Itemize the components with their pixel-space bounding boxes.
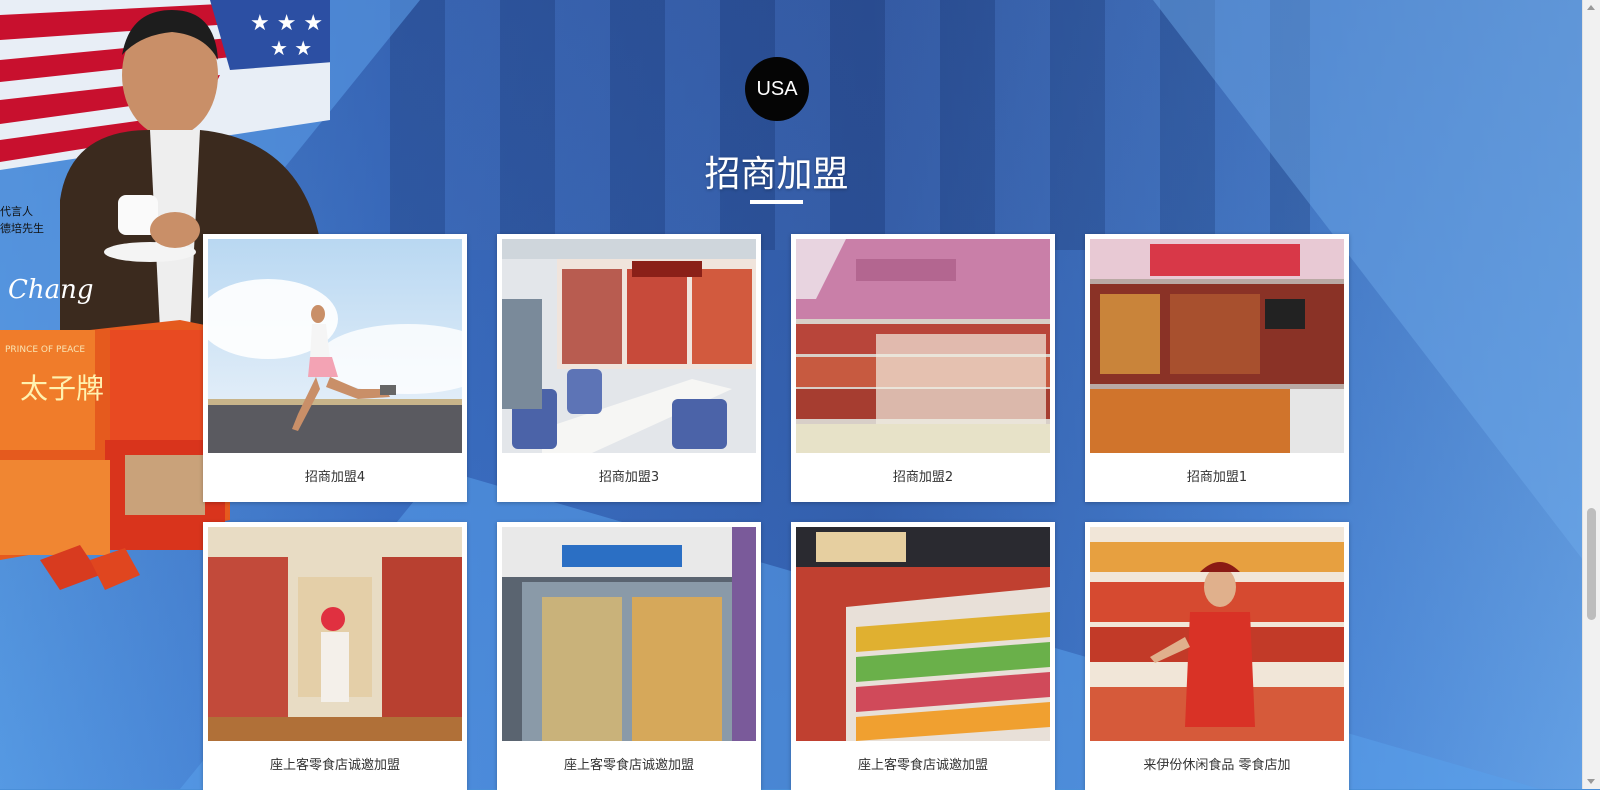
scrollbar-thumb[interactable] — [1587, 508, 1596, 620]
franchise-card[interactable]: 招商加盟4 — [203, 234, 467, 502]
section-title: 招商加盟 — [704, 154, 849, 195]
franchise-card[interactable]: 招商加盟2 — [791, 234, 1055, 502]
card-caption[interactable]: 招商加盟3 — [497, 466, 761, 485]
store-counter-photo[interactable] — [1090, 239, 1344, 453]
card-caption[interactable]: 招商加盟2 — [791, 466, 1055, 485]
card-caption[interactable]: 座上客零食店诚邀加盟 — [203, 754, 467, 773]
franchise-card[interactable]: 招商加盟1 — [1085, 234, 1349, 502]
scroll-up-icon[interactable] — [1587, 5, 1595, 10]
store-shelves-photo[interactable] — [796, 239, 1050, 453]
clerk-photo[interactable] — [1090, 527, 1344, 741]
product-brand-mark: PRINCE OF PEACE — [5, 345, 85, 355]
card-caption[interactable]: 招商加盟1 — [1085, 466, 1349, 485]
ambassador-signature: Chang — [8, 275, 94, 305]
ginseng-product-boxes: PRINCE OF PEACE 太子牌 — [0, 320, 230, 590]
card-caption[interactable]: 来伊份休闲食品 零食店加 — [1085, 754, 1349, 773]
franchise-card[interactable]: 招商加盟3 — [497, 234, 761, 502]
ambassador-name-text: 德培先生 — [0, 221, 44, 235]
storefront-photo[interactable] — [502, 527, 756, 741]
svg-text:★ ★: ★ ★ — [270, 36, 312, 60]
franchise-card[interactable]: 来伊份休闲食品 零食店加 — [1085, 522, 1349, 790]
usa-badge: USA — [745, 57, 809, 121]
title-underline — [750, 200, 803, 204]
card-caption[interactable]: 招商加盟4 — [203, 466, 467, 485]
page-scrollbar[interactable] — [1582, 0, 1600, 789]
scroll-down-icon[interactable] — [1587, 779, 1595, 784]
franchise-card[interactable]: 座上客零食店诚邀加盟 — [497, 522, 761, 790]
runner-photo[interactable] — [208, 239, 462, 453]
card-caption[interactable]: 座上客零食店诚邀加盟 — [497, 754, 761, 773]
card-caption[interactable]: 座上客零食店诚邀加盟 — [791, 754, 1055, 773]
product-package-text: 太子牌 — [20, 372, 104, 405]
svg-text:★ ★ ★: ★ ★ ★ — [250, 11, 323, 36]
snack-shop-photo[interactable] — [208, 527, 462, 741]
snack-bins-photo[interactable] — [796, 527, 1050, 741]
franchise-card[interactable]: 座上客零食店诚邀加盟 — [203, 522, 467, 790]
office-shop-photo[interactable] — [502, 239, 756, 453]
franchise-card[interactable]: 座上客零食店诚邀加盟 — [791, 522, 1055, 790]
ambassador-title-text: 代言人 — [0, 205, 33, 218]
